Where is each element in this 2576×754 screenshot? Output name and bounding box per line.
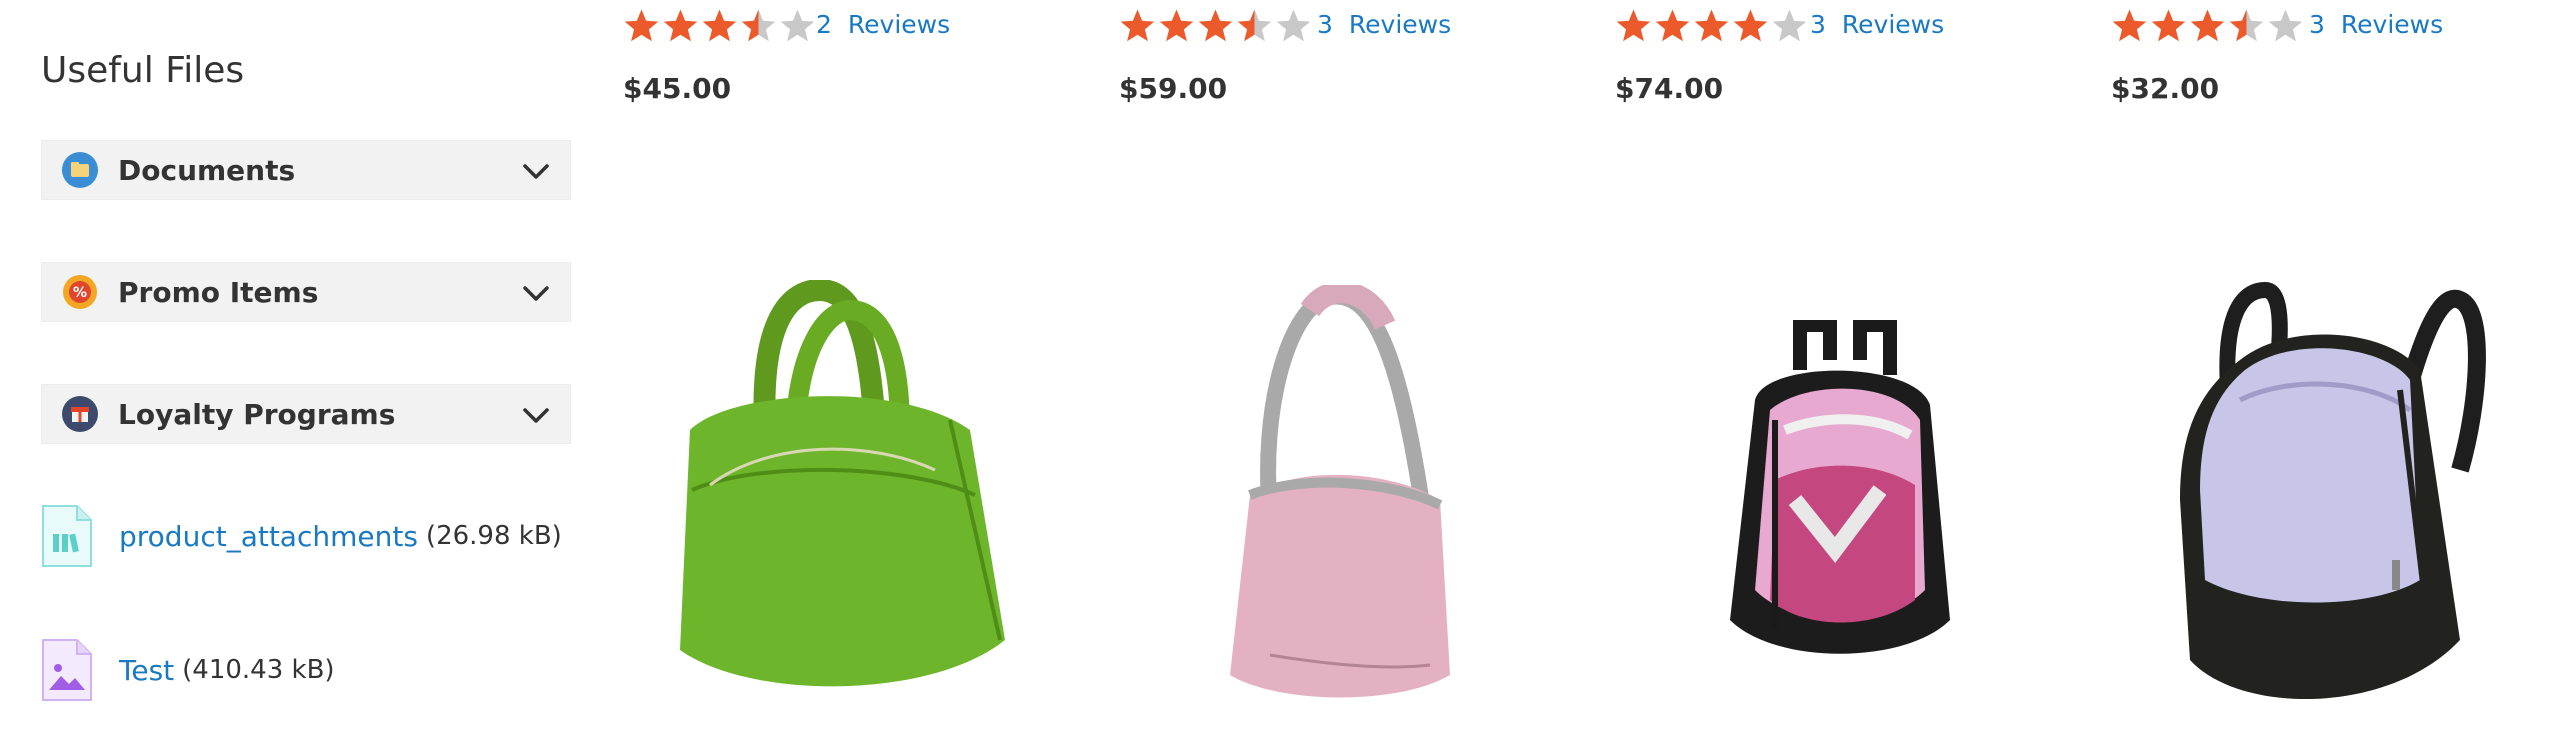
- archive-file-icon: [42, 505, 92, 567]
- reviews-link[interactable]: 3 Reviews: [1810, 10, 1944, 39]
- reviews-label: Reviews: [2340, 10, 2444, 39]
- chevron-down-icon: [523, 408, 549, 423]
- product-price: $32.00: [2111, 72, 2220, 105]
- rating-stars: [1119, 8, 1314, 43]
- star-icon: [1159, 9, 1194, 42]
- image-file-icon: [42, 639, 92, 701]
- accordion-label: Documents: [118, 153, 296, 187]
- reviews-count: 2: [816, 10, 832, 39]
- gift-icon: [62, 396, 98, 432]
- file-item: Test (410.43 kB): [41, 638, 335, 702]
- pink-shoulder-bag-image[interactable]: [1220, 285, 1460, 705]
- green-duffle-bag-image[interactable]: [670, 280, 1010, 710]
- star-icon: [2151, 9, 2186, 42]
- chevron-down-icon: [523, 286, 549, 301]
- lavender-backpack-image[interactable]: [2170, 280, 2490, 710]
- accordion-loyalty-programs[interactable]: Loyalty Programs: [41, 384, 571, 444]
- star-icon: [663, 9, 698, 42]
- star-icon: [624, 9, 659, 42]
- pink-black-backpack-image[interactable]: [1715, 320, 1955, 660]
- reviews-link[interactable]: 3 Reviews: [2309, 10, 2443, 39]
- star-icon: [1733, 9, 1768, 42]
- accordion-promo-items[interactable]: % Promo Items: [41, 262, 571, 322]
- file-link[interactable]: Test: [119, 654, 174, 687]
- accordion-documents[interactable]: Documents: [41, 140, 571, 200]
- folder-icon: [62, 152, 98, 188]
- reviews-label: Reviews: [1348, 10, 1452, 39]
- file-size: (410.43 kB): [182, 655, 335, 685]
- star-icon: [2190, 9, 2225, 42]
- file-size: (26.98 kB): [425, 521, 562, 551]
- star-icon: [1655, 9, 1690, 42]
- rating-stars: [1615, 8, 1810, 43]
- star-icon: [702, 9, 737, 42]
- star-icon: [1694, 9, 1729, 42]
- star-icon: [2229, 9, 2264, 42]
- percent-badge-icon: %: [63, 275, 97, 309]
- star-icon: [1120, 9, 1155, 42]
- chevron-down-icon: [523, 164, 549, 179]
- star-icon: [780, 9, 815, 42]
- star-icon: [2268, 9, 2303, 42]
- accordion-label: Loyalty Programs: [118, 397, 396, 431]
- reviews-count: 3: [1317, 10, 1333, 39]
- reviews-count: 3: [2309, 10, 2325, 39]
- star-icon: [1772, 9, 1807, 42]
- product-price: $59.00: [1119, 72, 1228, 105]
- product-price: $45.00: [623, 72, 732, 105]
- reviews-label: Reviews: [847, 10, 951, 39]
- rating-stars: [2111, 8, 2306, 43]
- rating-stars: [623, 8, 818, 43]
- sidebar-title: Useful Files: [41, 50, 245, 91]
- product-price: $74.00: [1615, 72, 1724, 105]
- reviews-count: 3: [1810, 10, 1826, 39]
- star-icon: [2112, 9, 2147, 42]
- star-icon: [1198, 9, 1233, 42]
- reviews-link[interactable]: 2 Reviews: [816, 10, 950, 39]
- accordion-label: Promo Items: [118, 275, 319, 309]
- file-link[interactable]: product_attachments: [119, 520, 418, 553]
- star-icon: [1237, 9, 1272, 42]
- star-icon: [1616, 9, 1651, 42]
- svg-text:%: %: [73, 285, 87, 301]
- reviews-link[interactable]: 3 Reviews: [1317, 10, 1451, 39]
- star-icon: [741, 9, 776, 42]
- file-item: product_attachments (26.98 kB): [41, 504, 562, 568]
- star-icon: [1276, 9, 1311, 42]
- reviews-label: Reviews: [1841, 10, 1945, 39]
